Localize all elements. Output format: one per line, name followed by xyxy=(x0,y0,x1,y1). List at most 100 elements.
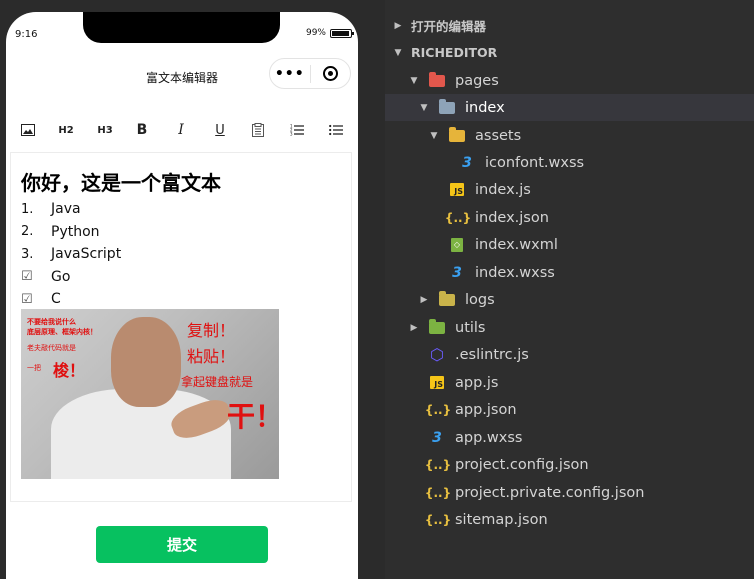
tree-label: app.wxss xyxy=(455,429,523,446)
js-file-icon: JS xyxy=(429,376,445,390)
list-text: Go xyxy=(51,268,71,285)
section-label: RICHEDITOR xyxy=(411,45,498,60)
tree-file[interactable]: JS app.js xyxy=(385,369,754,396)
list-number: 2. xyxy=(21,224,34,240)
tree-label: index.wxml xyxy=(475,236,558,253)
tree-label: project.config.json xyxy=(455,456,589,473)
bold-button[interactable]: B xyxy=(134,117,150,143)
css-file-icon: 3 xyxy=(452,264,462,281)
image-icon[interactable] xyxy=(20,117,36,143)
chevron-down-icon: ▼ xyxy=(394,47,402,58)
meme-text: 干！ xyxy=(227,400,279,433)
eslint-file-icon: ⬡ xyxy=(430,345,444,364)
chevron-right-icon: ▶ xyxy=(420,294,428,305)
open-editors-section[interactable]: ▶ 打开的编辑器 xyxy=(385,12,754,39)
list-item: ☑ C xyxy=(21,288,121,311)
tree-label: app.json xyxy=(455,401,517,418)
json-file-icon: {..} xyxy=(424,485,452,500)
folder-icon xyxy=(429,71,445,88)
js-file-icon: JS xyxy=(449,183,465,197)
json-file-icon: {..} xyxy=(424,402,452,417)
tree-file[interactable]: {..} sitemap.json xyxy=(385,506,754,533)
tree-file[interactable]: {..} app.json xyxy=(385,396,754,423)
tree-label: logs xyxy=(465,291,495,308)
editor-toolbar: H2 H3 B I U 123 xyxy=(6,117,358,143)
tree-label: pages xyxy=(455,72,499,89)
tree-file[interactable]: 3 index.wxss xyxy=(385,259,754,286)
h3-button[interactable]: H3 xyxy=(95,117,115,143)
clipboard-icon[interactable] xyxy=(251,117,265,143)
meme-image: 不要给我说什么 底层原理、框架内核！ 老夫敲代码就是 一把 梭！ 复制！ 粘贴！… xyxy=(21,309,279,479)
list-item: 2. Python xyxy=(21,221,121,244)
bullet-list-icon[interactable] xyxy=(328,117,344,143)
tree-folder-utils[interactable]: ▶ utils xyxy=(385,314,754,341)
meme-text: 底层原理、框架内核！ xyxy=(27,328,97,336)
status-battery: 99% xyxy=(305,28,354,38)
list-text: JavaScript xyxy=(51,246,122,263)
tree-label: index.wxss xyxy=(475,264,555,281)
css-file-icon: 3 xyxy=(432,429,442,446)
folder-icon xyxy=(449,126,465,143)
tree-label: utils xyxy=(455,319,486,336)
h2-button[interactable]: H2 xyxy=(56,117,76,143)
more-menu-icon[interactable]: ••• xyxy=(270,66,310,82)
tree-file[interactable]: {..} project.private.config.json xyxy=(385,479,754,506)
editor-heading: 你好，这是一个富文本 xyxy=(21,171,221,195)
tree-label: iconfont.wxss xyxy=(485,154,585,171)
tree-file[interactable]: ◇ index.wxml xyxy=(385,231,754,258)
meme-text: 梭！ xyxy=(53,361,86,380)
chevron-down-icon: ▼ xyxy=(430,130,438,141)
tree-folder-logs[interactable]: ▶ logs xyxy=(385,286,754,313)
file-explorer: ▶ 打开的编辑器 ▼ RICHEDITOR ▼ pages ▼ index ▼ … xyxy=(385,0,754,579)
meme-text: 拿起键盘就是 xyxy=(181,375,254,389)
json-file-icon: {..} xyxy=(424,457,452,472)
list-item: 3. JavaScript xyxy=(21,243,121,266)
submit-button[interactable]: 提交 xyxy=(96,526,268,563)
list-number: 3. xyxy=(21,246,34,262)
tree-label: assets xyxy=(475,127,522,144)
italic-button[interactable]: I xyxy=(174,117,188,143)
folder-icon xyxy=(439,98,455,115)
tree-folder-index[interactable]: ▼ index xyxy=(385,94,754,121)
tree-label: sitemap.json xyxy=(455,511,548,528)
tree-label: index xyxy=(465,99,505,116)
rich-text-editor[interactable]: 你好，这是一个富文本 1. Java 2. Python 3. JavaScript … xyxy=(10,152,352,502)
phone-simulator: 9:16 99% 富文本编辑器 ••• H2 H3 B I U 123 你好，这… xyxy=(6,12,358,579)
list-item: ☑ Go xyxy=(21,266,121,289)
section-label: 打开的编辑器 xyxy=(411,19,487,34)
meme-figure-face xyxy=(111,317,181,407)
tree-folder-assets[interactable]: ▼ assets xyxy=(385,122,754,149)
list-number: 1. xyxy=(21,201,34,217)
list-item: 1. Java xyxy=(21,198,121,221)
chevron-right-icon: ▶ xyxy=(394,20,402,31)
meme-text: 粘贴！ xyxy=(187,347,236,366)
tree-label: project.private.config.json xyxy=(455,484,645,501)
folder-icon xyxy=(429,318,445,335)
list-text: Java xyxy=(51,201,81,218)
checkbox-icon[interactable]: ☑ xyxy=(21,269,51,284)
editor-list: 1. Java 2. Python 3. JavaScript ☑ Go ☑ C xyxy=(21,198,121,311)
phone-notch xyxy=(83,12,280,43)
tree-file[interactable]: 3 app.wxss xyxy=(385,424,754,451)
wxml-file-icon: ◇ xyxy=(449,237,465,252)
chevron-down-icon: ▼ xyxy=(410,75,418,86)
close-miniprogram-button[interactable] xyxy=(310,66,350,81)
tree-file[interactable]: 3 iconfont.wxss xyxy=(385,149,754,176)
css-file-icon: 3 xyxy=(462,154,472,171)
list-text: C xyxy=(51,291,61,308)
tree-file[interactable]: JS index.js xyxy=(385,176,754,203)
tree-folder-pages[interactable]: ▼ pages xyxy=(385,67,754,94)
capsule-button[interactable]: ••• xyxy=(269,58,351,89)
battery-percent: 99% xyxy=(305,28,326,38)
status-time: 9:16 xyxy=(15,29,38,40)
project-section[interactable]: ▼ RICHEDITOR xyxy=(385,39,754,66)
checkbox-icon[interactable]: ☑ xyxy=(21,292,51,307)
meme-text: 一把 xyxy=(27,364,41,372)
tree-file[interactable]: ⬡ .eslintrc.js xyxy=(385,341,754,368)
meme-text: 老夫敲代码就是 xyxy=(27,344,76,352)
tree-file[interactable]: {..} project.config.json xyxy=(385,451,754,478)
ordered-list-icon[interactable]: 123 xyxy=(289,117,305,143)
tree-file[interactable]: {..} index.json xyxy=(385,204,754,231)
underline-button[interactable]: U xyxy=(212,117,228,143)
folder-icon xyxy=(439,290,455,307)
